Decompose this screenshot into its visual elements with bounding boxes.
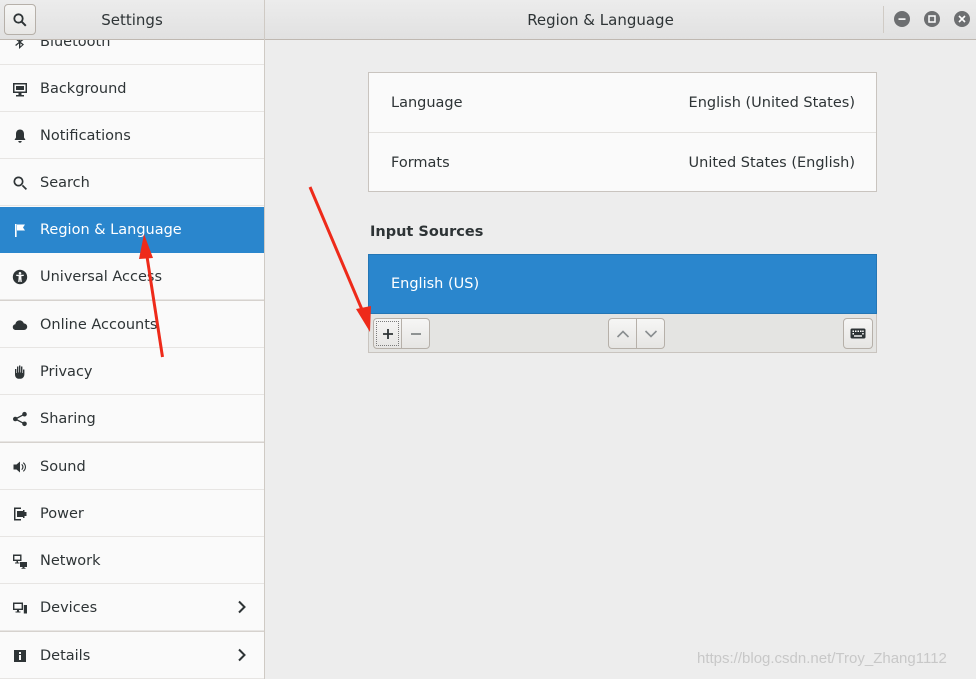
minimize-button[interactable]: [894, 11, 910, 27]
sidebar-item-label: Power: [40, 505, 84, 522]
sidebar-item-label: Devices: [40, 599, 98, 616]
share-icon: [0, 411, 40, 427]
info-icon: [0, 648, 40, 664]
sidebar-header: Settings: [0, 0, 265, 40]
speaker-icon: [0, 459, 40, 475]
sidebar: Bluetooth Background Notifications Searc…: [0, 40, 265, 679]
sidebar-item-online-accounts[interactable]: Online Accounts: [0, 302, 264, 348]
sidebar-item-label: Search: [40, 174, 90, 191]
sidebar-item-label: Privacy: [40, 363, 93, 380]
sidebar-item-details[interactable]: Details: [0, 633, 264, 679]
header-separator: [883, 6, 884, 33]
language-value: English (United States): [688, 94, 855, 111]
sidebar-item-label: Region & Language: [40, 221, 182, 238]
sidebar-separator: [0, 300, 264, 301]
sidebar-item-label: Online Accounts: [40, 316, 158, 333]
sidebar-separator: [0, 631, 264, 632]
show-keyboard-layout-button[interactable]: [843, 318, 873, 349]
sidebar-item-label: Sound: [40, 458, 86, 475]
chevron-up-icon: [616, 329, 629, 338]
input-source-item[interactable]: English (US): [368, 254, 877, 314]
sidebar-item-background[interactable]: Background: [0, 66, 264, 112]
sidebar-item-sharing[interactable]: Sharing: [0, 396, 264, 442]
maximize-button[interactable]: [924, 11, 940, 27]
sidebar-item-label: Universal Access: [40, 268, 163, 285]
flag-icon: [0, 222, 40, 238]
panel-title: Region & Language: [527, 10, 674, 29]
close-button[interactable]: [954, 11, 970, 27]
minimize-icon: [898, 18, 906, 20]
sidebar-item-network[interactable]: Network: [0, 538, 264, 584]
sidebar-item-label: Notifications: [40, 127, 131, 144]
sidebar-item-label: Background: [40, 80, 127, 97]
language-formats-frame: Language English (United States) Formats…: [368, 72, 877, 192]
search-icon: [13, 12, 27, 27]
sidebar-item-label: Sharing: [40, 410, 96, 427]
hand-icon: [0, 364, 40, 380]
header-bar: Settings Region & Language: [0, 0, 976, 40]
panel-header: Region & Language: [265, 0, 976, 39]
language-row[interactable]: Language English (United States): [369, 73, 876, 132]
chevron-down-icon: [644, 329, 657, 338]
bell-icon: [0, 128, 40, 144]
sidebar-item-sound[interactable]: Sound: [0, 444, 264, 490]
minus-icon: [410, 332, 421, 335]
language-label: Language: [391, 94, 463, 111]
sidebar-item-universal-access[interactable]: Universal Access: [0, 254, 264, 300]
input-source-label: English (US): [391, 276, 480, 292]
keyboard-icon: [850, 328, 866, 339]
remove-input-source-button[interactable]: [401, 318, 430, 349]
sidebar-item-search[interactable]: Search: [0, 160, 264, 206]
move-down-button[interactable]: [636, 318, 665, 349]
sidebar-item-label: Details: [40, 647, 91, 664]
move-up-button[interactable]: [608, 318, 637, 349]
formats-label: Formats: [391, 154, 450, 171]
sidebar-item-notifications[interactable]: Notifications: [0, 113, 264, 159]
sidebar-item-bluetooth[interactable]: Bluetooth: [0, 40, 264, 65]
app-title: Settings: [101, 11, 163, 29]
sidebar-separator: [0, 442, 264, 443]
formats-value: United States (English): [688, 154, 855, 171]
input-sources-toolbar: [368, 314, 877, 353]
sidebar-item-privacy[interactable]: Privacy: [0, 349, 264, 395]
sidebar-item-region-language[interactable]: Region & Language: [0, 207, 264, 253]
input-sources-title: Input Sources: [370, 224, 484, 240]
sidebar-item-label: Network: [40, 552, 101, 569]
bluetooth-icon: [0, 40, 40, 50]
cloud-icon: [0, 317, 40, 333]
plus-icon: [382, 328, 393, 339]
maximize-icon: [928, 15, 936, 23]
chevron-right-icon: [237, 648, 247, 666]
accessibility-icon: [0, 269, 40, 285]
sidebar-item-devices[interactable]: Devices: [0, 585, 264, 631]
background-icon: [0, 81, 40, 97]
search-button[interactable]: [4, 4, 36, 35]
formats-row[interactable]: Formats United States (English): [369, 132, 876, 192]
add-input-source-button[interactable]: [373, 318, 402, 349]
chevron-right-icon: [237, 600, 247, 618]
watermark: https://blog.csdn.net/Troy_Zhang1112: [697, 650, 947, 667]
network-icon: [0, 553, 40, 569]
sidebar-item-power[interactable]: Power: [0, 491, 264, 537]
main-panel: Language English (United States) Formats…: [266, 40, 976, 679]
close-icon: [958, 15, 966, 23]
devices-icon: [0, 600, 40, 616]
power-icon: [0, 506, 40, 522]
sidebar-item-label: Bluetooth: [40, 40, 111, 50]
search-icon: [0, 175, 40, 191]
